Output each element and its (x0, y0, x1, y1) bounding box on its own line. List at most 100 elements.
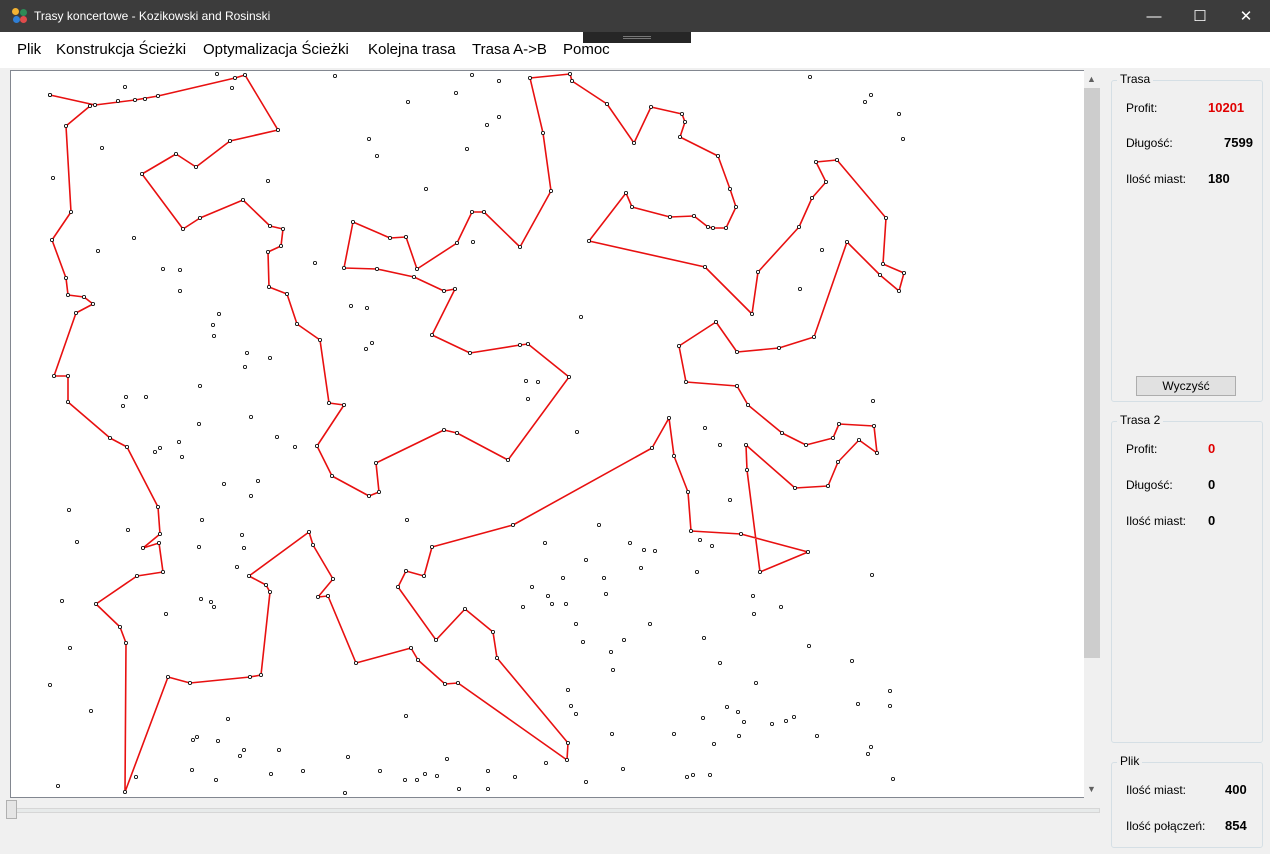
route-city-point (275, 128, 280, 133)
route-city-point (240, 198, 245, 203)
route-city-point (739, 531, 744, 536)
route-city-point (341, 402, 346, 407)
route-city-point (793, 485, 798, 490)
route-city-point (108, 435, 113, 440)
clear-button[interactable]: Wyczyść (1136, 376, 1236, 396)
route-city-point (135, 573, 140, 578)
menu-optymalizacja-sciezki[interactable]: Optymalizacja Ścieżki (203, 41, 349, 58)
city-point (718, 661, 723, 666)
city-point (143, 394, 148, 399)
map-canvas[interactable] (10, 70, 1086, 798)
route-city-point (118, 625, 123, 630)
route-city-point (632, 141, 637, 146)
menu-pomoc[interactable]: Pomoc (563, 41, 610, 58)
route-city-point (505, 457, 510, 462)
route-city-point (415, 658, 420, 663)
vertical-scrollbar[interactable]: ▲ ▼ (1084, 70, 1100, 798)
title-bar: Trasy koncertowe - Kozikowski and Rosins… (0, 0, 1270, 32)
close-icon[interactable]: ✕ (1223, 0, 1269, 32)
city-point (574, 622, 579, 627)
route-city-point (716, 154, 721, 159)
route-city-point (462, 607, 467, 612)
route-city-point (258, 673, 263, 678)
city-point (530, 585, 535, 590)
route-city-point (242, 73, 247, 78)
route-city-point (735, 349, 740, 354)
route-city-point (510, 522, 515, 527)
horizontal-slider[interactable] (4, 800, 1100, 819)
city-point (312, 260, 317, 265)
route-city-point (69, 209, 74, 214)
city-point (265, 179, 270, 184)
route-city-point (566, 741, 571, 746)
scroll-up-icon[interactable]: ▲ (1087, 74, 1096, 84)
route-city-point (567, 374, 572, 379)
menu-konstrukcja-sciezki[interactable]: Konstrukcja Ścieżki (56, 41, 186, 58)
city-point (701, 716, 706, 721)
route-city-point (897, 288, 902, 293)
city-point (177, 288, 182, 293)
route-city-point (824, 180, 829, 185)
trasa2-profit-label: Profit: (1126, 442, 1158, 456)
city-point (268, 772, 273, 777)
route-city-point (810, 196, 815, 201)
route-city-point (374, 266, 379, 271)
trasa-title: Trasa (1117, 72, 1154, 86)
city-point (75, 539, 80, 544)
city-point (100, 146, 105, 151)
city-point (639, 565, 644, 570)
city-point (242, 364, 247, 369)
trasa-profit-label: Profit: (1126, 101, 1158, 115)
trasa-profit-value: 10201 (1208, 100, 1245, 115)
city-point (216, 311, 221, 316)
city-point (728, 497, 733, 502)
scroll-down-icon[interactable]: ▼ (1087, 784, 1096, 794)
menu-kolejna-trasa[interactable]: Kolejna trasa (368, 41, 456, 58)
city-point (609, 650, 614, 655)
route-city-point (454, 240, 459, 245)
route-city-point (711, 225, 716, 230)
route-city-point (306, 529, 311, 534)
plik-cities-value: 400 (1225, 782, 1247, 797)
route-city-point (881, 261, 886, 266)
city-point (248, 493, 253, 498)
city-point (784, 719, 789, 724)
city-point (888, 704, 893, 709)
city-point (123, 84, 128, 89)
city-point (751, 594, 756, 599)
route-city-point (387, 235, 392, 240)
maximize-icon[interactable]: ☐ (1177, 0, 1223, 32)
city-point (342, 791, 347, 796)
slider-track (8, 808, 1100, 813)
city-point (520, 605, 525, 610)
slider-handle[interactable] (6, 800, 17, 819)
city-point (190, 738, 195, 743)
city-point (597, 522, 602, 527)
minimize-icon[interactable]: — (1131, 0, 1177, 32)
trasa2-panel: Trasa 2 Profit: 0 Długość: 0 Ilość miast… (1111, 413, 1263, 743)
menu-trasa-a-b[interactable]: Trasa A->B (472, 41, 547, 58)
route-city-point (735, 383, 740, 388)
route-city-point (706, 224, 711, 229)
route-city-point (157, 531, 162, 536)
route-city-point (714, 319, 719, 324)
city-point (695, 569, 700, 574)
drag-handle[interactable] (583, 32, 691, 43)
route-city-point (797, 224, 802, 229)
city-point (194, 735, 199, 740)
route-city-point (812, 334, 817, 339)
route-city-point (684, 379, 689, 384)
menu-plik[interactable]: Plik (17, 41, 41, 58)
route-city-point (317, 337, 322, 342)
scrollbar-thumb[interactable] (1084, 88, 1100, 658)
route-city-point (872, 423, 877, 428)
route-city-point (284, 291, 289, 296)
city-point (569, 704, 574, 709)
trasa-cities-label: Ilość miast: (1126, 172, 1187, 186)
route-city-point (517, 342, 522, 347)
city-point (579, 314, 584, 319)
route-city-point (826, 483, 831, 488)
city-point (121, 403, 126, 408)
route-city-point (650, 445, 655, 450)
route-city-point (429, 332, 434, 337)
